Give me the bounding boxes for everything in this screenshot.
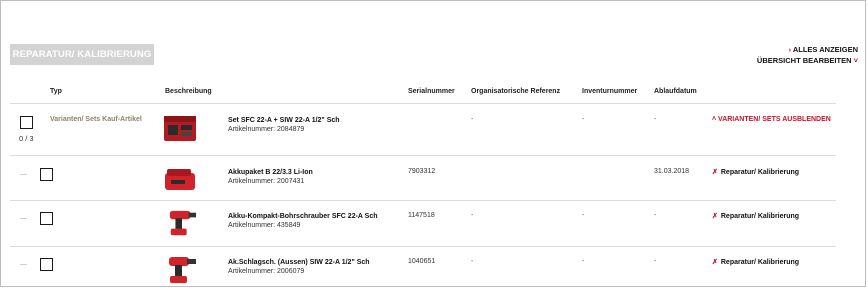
col-header-description[interactable]: Beschreibung bbox=[165, 88, 212, 95]
row-checkbox[interactable] bbox=[40, 258, 53, 271]
chevron-right-icon: › bbox=[788, 45, 792, 54]
hide-variants-toggle[interactable]: ˄ VARIANTEN/ SETS AUSBLENDEN bbox=[712, 116, 831, 123]
set-checkbox[interactable] bbox=[20, 116, 33, 129]
item-description: Akku-Kompakt-Bohrschrauber SFC 22-A Sch … bbox=[228, 212, 378, 230]
repair-calibration-label: Reparatur/ Kalibrierung bbox=[720, 213, 800, 220]
item-title: Akkupaket B 22/3.3 Li-Ion bbox=[228, 169, 313, 176]
set-org-ref: - bbox=[471, 116, 474, 123]
item-serial: 1147518 bbox=[408, 212, 435, 219]
top-links: › ALLES ANZEIGEN ÜBERSICHT BEARBEITEN ˅ bbox=[757, 44, 858, 66]
repair-calibration-link[interactable]: ✗ Reparatur/ Kalibrierung bbox=[712, 212, 799, 220]
divider bbox=[10, 103, 836, 104]
wrench-icon: ✗ bbox=[712, 169, 718, 176]
repair-calibration-link[interactable]: ✗ Reparatur/ Kalibrierung bbox=[712, 258, 799, 266]
chevron-down-icon: ˅ bbox=[853, 56, 858, 65]
row-indent-mark bbox=[20, 174, 27, 175]
chevron-up-icon: ˄ bbox=[712, 116, 717, 123]
impact-wrench-image bbox=[169, 257, 196, 283]
item-expiry: 31.03.2018 bbox=[654, 168, 690, 175]
col-header-type[interactable]: Typ bbox=[50, 88, 62, 95]
item-serial: 1040651 bbox=[408, 258, 436, 265]
show-all-label: ALLES ANZEIGEN bbox=[792, 45, 858, 54]
item-expiry: - bbox=[654, 258, 657, 265]
set-inventory: - bbox=[582, 116, 585, 123]
wrench-icon: ✗ bbox=[712, 213, 718, 220]
set-description: Set SFC 22-A + SIW 22-A 1/2" Sch Artikel… bbox=[228, 116, 340, 134]
edit-overview-label: ÜBERSICHT BEARBEITEN bbox=[756, 56, 852, 65]
repair-calibration-link[interactable]: ✗ Reparatur/ Kalibrierung bbox=[712, 168, 799, 176]
set-title: Set SFC 22-A + SIW 22-A 1/2" Sch bbox=[228, 117, 340, 124]
item-article-number: Artikelnummer: 2007431 bbox=[228, 178, 305, 185]
repair-calibration-button[interactable]: REPARATUR/ KALIBRIERUNG bbox=[10, 44, 154, 65]
row-checkbox[interactable] bbox=[40, 212, 53, 225]
item-article-number: Artikelnummer: 435849 bbox=[228, 222, 301, 229]
row-checkbox[interactable] bbox=[40, 168, 53, 181]
item-inventory: - bbox=[582, 212, 585, 219]
col-header-org-ref[interactable]: Organisatorische Referenz bbox=[471, 88, 560, 95]
divider bbox=[10, 200, 836, 201]
hide-variants-label: VARIANTEN/ SETS AUSBLENDEN bbox=[718, 116, 831, 123]
item-title: Ak.Schlagsch. (Aussen) SIW 22-A 1/2" Sch bbox=[228, 259, 370, 266]
show-all-link[interactable]: › ALLES ANZEIGEN bbox=[757, 44, 858, 55]
repair-calibration-label: Reparatur/ Kalibrierung bbox=[720, 169, 800, 176]
item-org-ref: - bbox=[471, 212, 474, 219]
selected-count: 0 / 3 bbox=[19, 134, 34, 143]
row-indent-mark bbox=[20, 264, 27, 265]
col-header-inventory[interactable]: Inventurnummer bbox=[582, 88, 637, 95]
divider bbox=[10, 246, 836, 247]
item-org-ref: - bbox=[471, 258, 474, 265]
item-inventory: - bbox=[582, 258, 585, 265]
set-case-image bbox=[164, 116, 196, 141]
item-article-number: Artikelnummer: 2006079 bbox=[228, 268, 305, 275]
item-description: Akkupaket B 22/3.3 Li-Ion Artikelnummer:… bbox=[228, 168, 313, 186]
item-serial: 7903312 bbox=[408, 168, 436, 175]
item-title: Akku-Kompakt-Bohrschrauber SFC 22-A Sch bbox=[228, 213, 378, 220]
edit-overview-link[interactable]: ÜBERSICHT BEARBEITEN ˅ bbox=[757, 55, 858, 66]
wrench-icon: ✗ bbox=[712, 259, 718, 266]
battery-pack-image bbox=[165, 169, 195, 190]
col-header-serial[interactable]: Serialnummer bbox=[408, 88, 455, 95]
col-header-expiry[interactable]: Ablaufdatum bbox=[654, 88, 697, 95]
set-article-number: Artikelnummer: 2084879 bbox=[228, 126, 305, 133]
item-expiry: - bbox=[654, 212, 657, 219]
divider bbox=[10, 155, 836, 156]
item-description: Ak.Schlagsch. (Aussen) SIW 22-A 1/2" Sch… bbox=[228, 258, 370, 276]
repair-calibration-label: Reparatur/ Kalibrierung bbox=[720, 259, 800, 266]
drill-driver-image bbox=[169, 210, 197, 236]
set-expiry: - bbox=[654, 116, 657, 123]
type-label: Varianten/ Sets Kauf-Artikel bbox=[50, 116, 142, 123]
row-indent-mark bbox=[20, 218, 27, 219]
